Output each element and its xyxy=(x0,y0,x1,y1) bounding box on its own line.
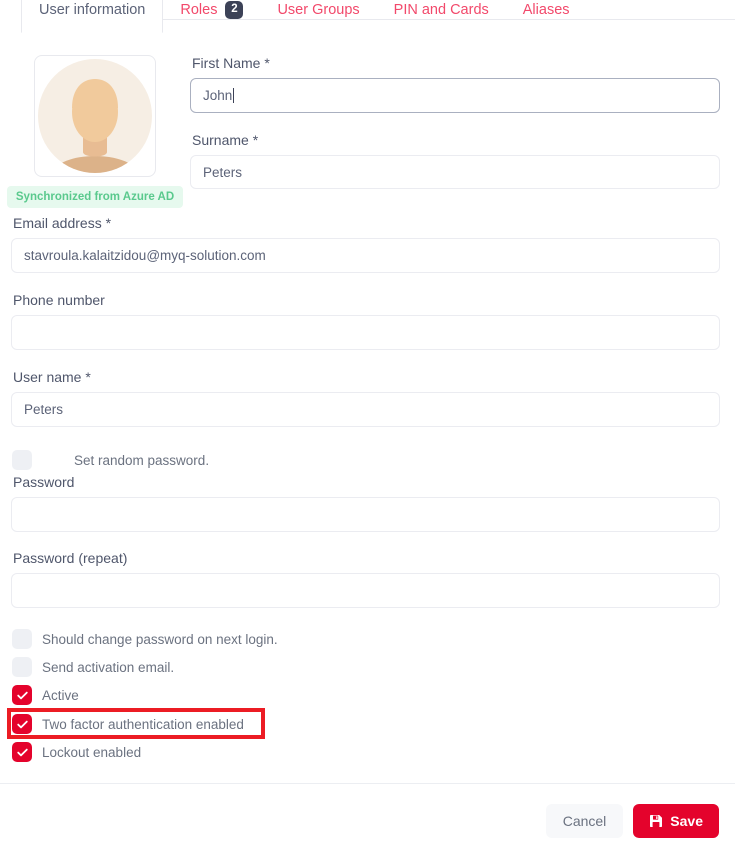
send-activation-email-label: Send activation email. xyxy=(42,659,175,675)
avatar-column: Synchronized from Azure AD xyxy=(6,55,184,208)
first-name-label: First Name * xyxy=(192,55,270,71)
password-field: Password xyxy=(11,474,720,532)
tab-roles[interactable]: Roles 2 xyxy=(163,0,260,33)
phone-number-input[interactable] xyxy=(11,315,720,350)
email-value: stavroula.kalaitzidou@myq-solution.com xyxy=(24,248,266,263)
surname-input[interactable]: Peters xyxy=(190,155,720,189)
set-random-password-checkbox[interactable] xyxy=(12,450,32,470)
two-factor-authentication-checkbox-row[interactable]: Two factor authentication enabled xyxy=(12,714,244,734)
set-random-password-checkbox-row[interactable]: Set random password. xyxy=(12,450,209,470)
name-column: First Name * John Surname * Peters xyxy=(190,55,720,189)
tab-aliases-label: Aliases xyxy=(522,2,570,18)
save-button[interactable]: Save xyxy=(633,803,719,838)
tab-roles-label: Roles xyxy=(180,2,218,18)
two-factor-authentication-checkbox[interactable] xyxy=(12,714,32,734)
lockout-enabled-label: Lockout enabled xyxy=(42,744,142,760)
user-name-value: Peters xyxy=(24,402,64,417)
save-button-label: Save xyxy=(670,812,703,829)
checkmark-icon xyxy=(16,691,28,699)
floppy-disk-save-icon xyxy=(650,814,663,827)
surname-label: Surname * xyxy=(192,132,259,148)
tab-user-information[interactable]: User information xyxy=(21,0,164,33)
tab-user-information-label: User information xyxy=(39,1,146,18)
surname-field: Surname * Peters xyxy=(190,132,720,189)
text-cursor xyxy=(233,88,235,103)
user-name-input[interactable]: Peters xyxy=(11,392,720,427)
tab-pin-and-cards[interactable]: PIN and Cards xyxy=(377,0,506,33)
email-label: Email address * xyxy=(13,215,112,231)
password-repeat-input[interactable] xyxy=(11,573,720,608)
active-checkbox[interactable] xyxy=(12,685,32,705)
user-name-label: User name * xyxy=(13,369,91,385)
first-name-value: John xyxy=(203,88,233,103)
avatar[interactable] xyxy=(34,55,156,177)
email-input[interactable]: stavroula.kalaitzidou@myq-solution.com xyxy=(11,238,720,273)
password-label: Password xyxy=(13,474,75,490)
azure-ad-sync-badge: Synchronized from Azure AD xyxy=(6,186,184,208)
email-field: Email address * stavroula.kalaitzidou@my… xyxy=(11,215,720,273)
checkmark-icon xyxy=(16,720,28,728)
user-name-field: User name * Peters xyxy=(11,369,720,427)
tab-bar: User information Roles 2 User Groups PIN… xyxy=(0,0,735,33)
checkmark-icon xyxy=(16,748,28,756)
tab-user-groups-label: User Groups xyxy=(277,2,360,18)
identity-row: Synchronized from Azure AD First Name * … xyxy=(0,33,735,208)
tab-roles-count-badge: 2 xyxy=(225,1,244,19)
lockout-enabled-checkbox-row[interactable]: Lockout enabled xyxy=(12,742,141,762)
default-user-avatar-icon xyxy=(38,59,152,173)
first-name-field: First Name * John xyxy=(190,55,720,113)
lockout-enabled-checkbox[interactable] xyxy=(12,742,32,762)
set-random-password-label: Set random password. xyxy=(74,452,210,468)
surname-value: Peters xyxy=(203,164,243,180)
first-name-input[interactable]: John xyxy=(190,78,720,113)
send-activation-email-checkbox[interactable] xyxy=(12,657,32,677)
password-input[interactable] xyxy=(11,497,720,532)
active-label: Active xyxy=(42,687,79,703)
form-footer: Cancel Save xyxy=(0,784,735,857)
two-factor-authentication-label: Two factor authentication enabled xyxy=(42,716,244,732)
phone-number-label: Phone number xyxy=(13,292,105,308)
tab-aliases[interactable]: Aliases xyxy=(506,0,587,33)
should-change-password-checkbox-row[interactable]: Should change password on next login. xyxy=(12,629,278,649)
should-change-password-checkbox[interactable] xyxy=(12,629,32,649)
user-information-form-panel: User information Roles 2 User Groups PIN… xyxy=(0,0,735,857)
active-checkbox-row[interactable]: Active xyxy=(12,685,79,705)
tab-user-groups[interactable]: User Groups xyxy=(260,0,376,33)
phone-number-field: Phone number xyxy=(11,292,720,350)
cancel-button[interactable]: Cancel xyxy=(545,803,624,838)
should-change-password-label: Should change password on next login. xyxy=(42,631,278,647)
send-activation-email-checkbox-row[interactable]: Send activation email. xyxy=(12,657,174,677)
password-repeat-label: Password (repeat) xyxy=(13,550,128,566)
password-repeat-field: Password (repeat) xyxy=(11,550,720,608)
tab-pin-and-cards-label: PIN and Cards xyxy=(393,2,489,18)
